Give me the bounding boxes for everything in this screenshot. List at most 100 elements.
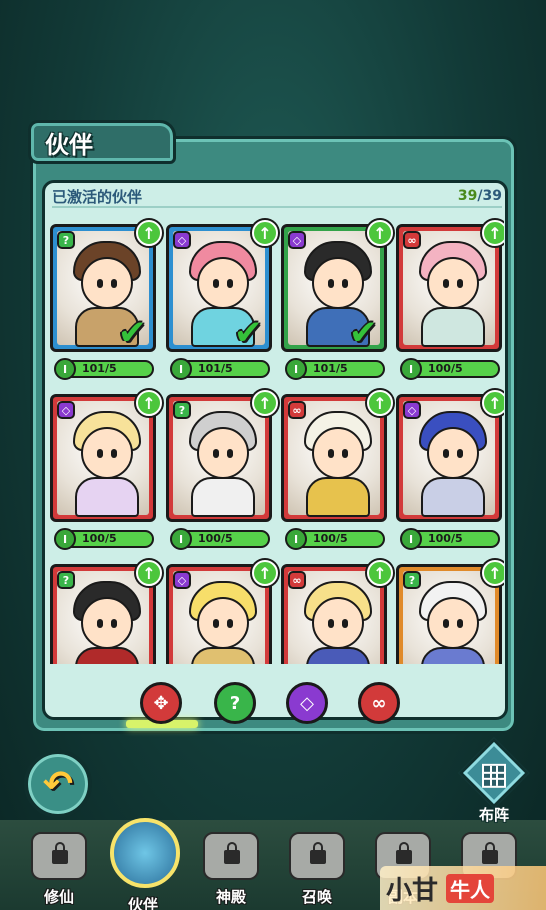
filter-purple-button[interactable]: ◇	[286, 682, 328, 724]
partner-face	[197, 427, 249, 479]
element-icon: ◇	[403, 401, 421, 419]
watermark-text-b: 牛人	[446, 873, 495, 903]
partner-face	[312, 257, 364, 309]
shard-progress-bar: I 100/5	[400, 528, 500, 550]
partner-face	[427, 257, 479, 309]
shard-icon: I	[54, 358, 76, 380]
checkmark-icon: ✔	[234, 313, 263, 353]
lock-icon	[224, 842, 240, 864]
shard-icon: I	[285, 528, 307, 550]
upgrade-arrow-icon[interactable]: ↑	[252, 220, 278, 246]
element-icon: ◇	[173, 571, 191, 589]
upgrade-arrow-icon[interactable]: ↑	[252, 390, 278, 416]
nav-item-2[interactable]: 神殿	[198, 832, 264, 910]
element-icon: ?	[403, 571, 421, 589]
partner-face	[81, 597, 133, 649]
shard-progress-bar: I 100/5	[54, 528, 154, 550]
count-total: 39	[482, 188, 502, 204]
upgrade-arrow-icon[interactable]: ↑	[482, 220, 504, 246]
partner-face	[197, 597, 249, 649]
element-icon: ∞	[288, 571, 306, 589]
shard-icon: I	[400, 358, 422, 380]
nav-item-1[interactable]: 伙伴	[110, 818, 180, 910]
shard-icon: I	[54, 528, 76, 550]
partner-body	[421, 647, 485, 664]
back-arrow-icon: ↶	[42, 763, 74, 805]
checkmark-icon: ✔	[118, 313, 147, 353]
page-title: 伙伴	[45, 130, 93, 159]
watermark-text-a: 小甘	[386, 875, 439, 906]
shard-icon: I	[400, 528, 422, 550]
nav-label: 伙伴	[127, 896, 158, 910]
title-tab: 伙伴	[28, 120, 176, 164]
shard-progress-bar: I 100/5	[400, 358, 500, 380]
partner-face	[312, 597, 364, 649]
shard-progress-text: 100/5	[428, 362, 463, 375]
partner-face	[312, 427, 364, 479]
upgrade-arrow-icon[interactable]: ↑	[252, 560, 278, 586]
element-icon: ?	[173, 401, 191, 419]
element-icon: ?	[57, 231, 75, 249]
filter-red-button[interactable]: ∞	[358, 682, 400, 724]
back-button[interactable]: ↶	[24, 750, 92, 818]
watermark-logo: 小甘 牛人	[380, 866, 546, 910]
locked-feature-icon	[289, 832, 345, 880]
shard-icon: I	[170, 528, 192, 550]
nav-label: 修仙	[43, 888, 74, 906]
nav-label: 神殿	[215, 888, 246, 906]
partner-body	[306, 477, 370, 517]
upgrade-arrow-icon[interactable]: ↑	[136, 560, 162, 586]
upgrade-arrow-icon[interactable]: ↑	[136, 390, 162, 416]
lock-icon	[482, 842, 498, 864]
partner-avatar-icon	[110, 818, 180, 888]
partner-face	[81, 427, 133, 479]
upgrade-arrow-icon[interactable]: ↑	[367, 560, 393, 586]
locked-feature-icon	[203, 832, 259, 880]
shard-progress-text: 101/5	[82, 362, 117, 375]
partner-body	[421, 307, 485, 347]
shard-progress-bar: I 100/5	[285, 528, 385, 550]
partner-count: 39/39	[458, 188, 502, 204]
element-icon: ◇	[57, 401, 75, 419]
element-icon: ∞	[403, 231, 421, 249]
partner-body	[75, 477, 139, 517]
partner-grid[interactable]: ? ↑ ✔ I 101/5 ◇ ↑ ✔ I 101/5 ◇ ↑ ✔ I 101/5 ∞ ↑ I 100/5 ◇ ↑ I 10…	[46, 216, 504, 664]
partner-body	[75, 647, 139, 664]
list-header: 已激活的伙伴 39/39	[52, 186, 502, 208]
filter-leaf-button[interactable]: ?	[214, 682, 256, 724]
count-current: 39	[457, 188, 478, 204]
nav-label: 召唤	[301, 888, 332, 906]
formation-gem	[458, 737, 530, 809]
lock-icon	[396, 842, 412, 864]
upgrade-arrow-icon[interactable]: ↑	[136, 220, 162, 246]
shard-progress-text: 100/5	[198, 532, 233, 545]
shard-progress-bar: I 101/5	[54, 358, 154, 380]
checkmark-icon: ✔	[349, 313, 378, 353]
shard-icon: I	[170, 358, 192, 380]
partner-face	[427, 427, 479, 479]
element-icon: ∞	[288, 401, 306, 419]
upgrade-arrow-icon[interactable]: ↑	[482, 560, 504, 586]
shard-progress-text: 100/5	[313, 532, 348, 545]
partner-face	[427, 597, 479, 649]
nav-item-0[interactable]: 修仙	[26, 832, 92, 910]
shard-progress-text: 100/5	[428, 532, 463, 545]
element-icon: ◇	[173, 231, 191, 249]
upgrade-arrow-icon[interactable]: ↑	[367, 220, 393, 246]
shard-progress-text: 100/5	[82, 532, 117, 545]
partner-body	[191, 647, 255, 664]
list-label: 已激活的伙伴	[52, 187, 143, 206]
nav-item-3[interactable]: 召唤	[284, 832, 350, 910]
shard-progress-bar: I 101/5	[170, 358, 270, 380]
upgrade-arrow-icon[interactable]: ↑	[367, 390, 393, 416]
shard-icon: I	[285, 358, 307, 380]
partner-body	[421, 477, 485, 517]
upgrade-arrow-icon[interactable]: ↑	[482, 390, 504, 416]
partner-face	[81, 257, 133, 309]
shard-progress-text: 101/5	[198, 362, 233, 375]
formation-button[interactable]: 布阵	[458, 737, 530, 824]
locked-feature-icon	[31, 832, 87, 880]
partner-face	[197, 257, 249, 309]
lock-icon	[310, 842, 326, 864]
filter-all-button[interactable]: ✥	[140, 682, 182, 724]
